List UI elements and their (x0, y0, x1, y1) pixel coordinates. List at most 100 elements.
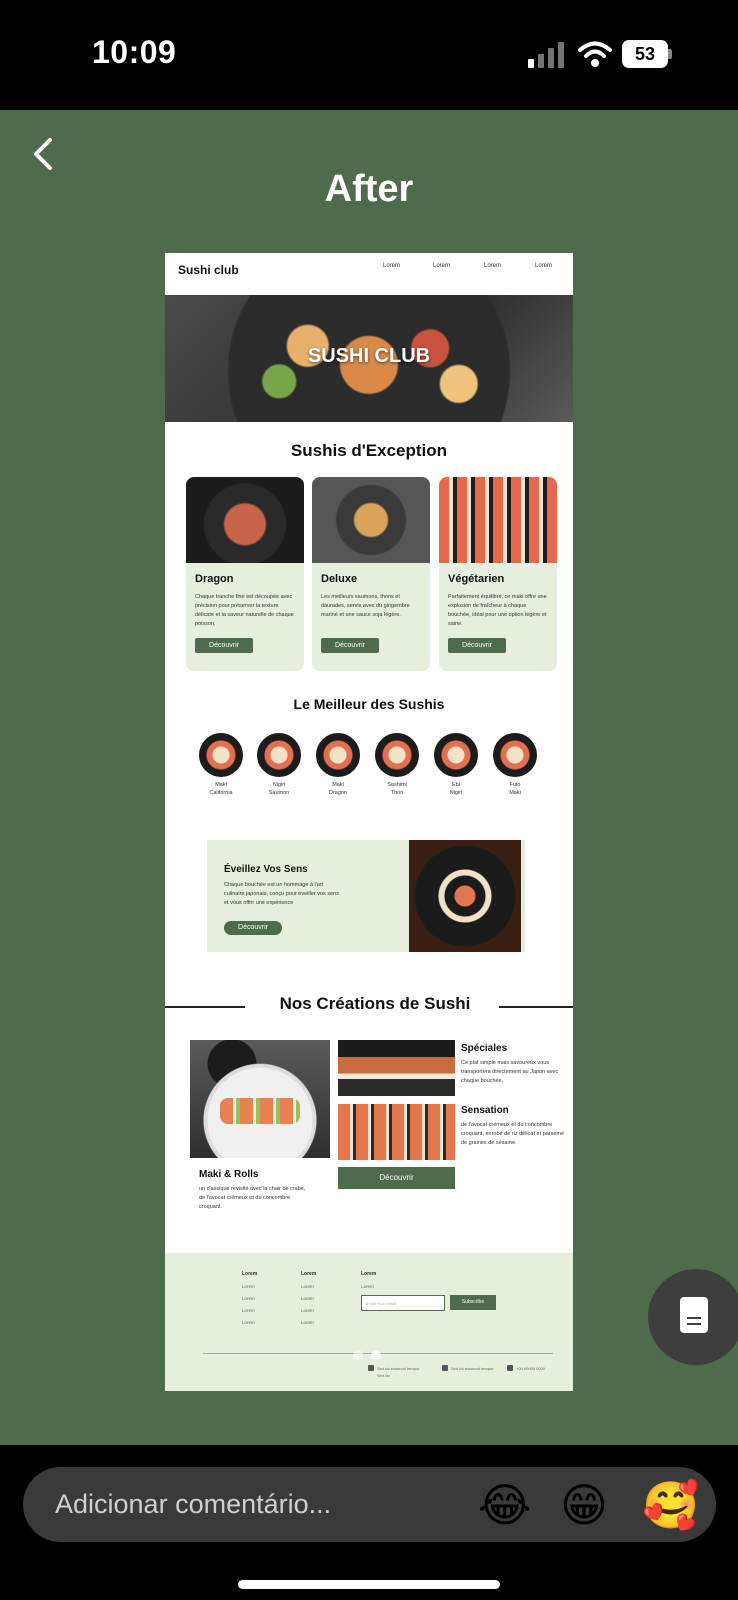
sushi-round-item: Maki Dragon (316, 733, 360, 797)
mail-icon (442, 1365, 448, 1371)
sensation-text: de l'avocat crémeux et du concombre croq… (461, 1122, 565, 1146)
phone-icon (507, 1365, 513, 1371)
sushi-card-button: Découvrir (448, 638, 506, 653)
sushi-card: Végétarien Parfaitement équilibré, ce ma… (439, 477, 557, 671)
sushi-round-image (375, 733, 419, 777)
sushi-card-button: Découvrir (321, 638, 379, 653)
mockup-hero-title: SUSHI CLUB (307, 345, 431, 367)
footer-link: Lorem (242, 1284, 255, 1289)
mockup-nav-link: Lorem (484, 263, 502, 269)
mockup-logo: Sushi club (178, 263, 239, 277)
sensation-title: Sensation (461, 1105, 509, 1116)
sushi-card-image (186, 477, 304, 563)
sushi-card: Deluxe Les meilleurs saumons, thons et d… (312, 477, 430, 671)
battery-icon: 53 (622, 40, 672, 68)
battery-level: 53 (622, 40, 668, 68)
comment-bar: Adicionar comentário... 😂 😁 🥰 (0, 1445, 738, 1600)
story-title: After (324, 168, 414, 210)
sushi-round-image (199, 733, 243, 777)
sushi-card-text: Parfaitement équilibré, ce maki offre un… (448, 594, 547, 627)
footer-column-heading: Lorem (301, 1271, 317, 1277)
section-title: Le Meilleur des Sushis (293, 696, 445, 712)
promo-button: Découvrir (224, 921, 282, 935)
wifi-icon (578, 40, 612, 68)
sushi-card-image (312, 477, 430, 563)
story-view: After Sushi club Lorem Lorem Lorem Lorem… (0, 110, 738, 1445)
promo-title: Éveillez Vos Sens (224, 864, 308, 875)
sushi-card-button: Découvrir (195, 638, 253, 653)
carousel-dot (371, 1350, 381, 1360)
sushi-round-label: Maki (332, 782, 344, 788)
footer-column-heading: Lorem (361, 1271, 377, 1277)
sushi-round-label: Thon (390, 790, 404, 796)
mockup-nav-link: Lorem (383, 263, 401, 269)
sushi-round-label: Dragon (328, 790, 348, 796)
sushi-card: Dragon Chaque tranche fine est découpée … (186, 477, 304, 671)
sushi-card-text: Chaque tranche fine est découpée avec pr… (195, 594, 294, 627)
clock: 10:09 (92, 34, 177, 70)
footer-link: Lorem (301, 1296, 314, 1301)
promo-banner: Éveillez Vos Sens Chaque bouchée est un … (207, 840, 525, 952)
home-indicator[interactable] (238, 1580, 500, 1589)
sushi-round-label: Nigiri (272, 782, 286, 788)
sushi-round-label: Ebi (452, 782, 460, 788)
footer-column-heading: Lorem (242, 1271, 258, 1277)
footer-email-field: Email Your Email (361, 1295, 445, 1311)
section-title: Sushis d'Exception (290, 441, 448, 460)
sushi-round-item: Sashimi Thon (375, 733, 419, 797)
maki-text: un classique revisité avec la chair de c… (199, 1186, 306, 1210)
comment-input[interactable]: Adicionar comentário... (23, 1467, 716, 1542)
sushi-card-title: Végétarien (448, 573, 505, 585)
sushi-round-label: Maki (215, 782, 227, 788)
mockup-nav-link: Lorem (535, 263, 553, 269)
maki-title: Maki & Rolls (199, 1169, 259, 1180)
promo-text: Chaque bouchée est un hommage à l'art cu… (224, 882, 339, 906)
document-icon (680, 1297, 708, 1333)
sushi-round-image (434, 733, 478, 777)
location-icon (368, 1365, 374, 1371)
sushi-round-label: Saumon (268, 790, 290, 796)
sushi-round-image (257, 733, 301, 777)
carousel-dot (353, 1350, 363, 1360)
sushi-round-label: Nigiri (449, 790, 463, 796)
comment-placeholder: Adicionar comentário... (55, 1489, 332, 1519)
sushi-card-title: Deluxe (321, 573, 358, 585)
footer-info: Sed do (377, 1373, 390, 1378)
footer-link: Lorem (361, 1284, 374, 1289)
speciales-text: Ce plat simple mais savoureux vous trans… (461, 1060, 559, 1084)
footer-link: Lorem (242, 1296, 255, 1301)
sushi-round-label: Sashimi (387, 782, 407, 788)
mockup-footer: Lorem Lorem Lorem Lorem Lorem Lorem Lore… (165, 1253, 573, 1391)
footer-info: Sed do eiusmod tempor (377, 1366, 420, 1371)
footer-info: Sed do eiusmod tempor (451, 1366, 494, 1371)
status-bar: 10:09 53 (0, 0, 738, 110)
speciales-image (338, 1040, 455, 1096)
section-title: Nos Créations de Sushi (279, 994, 471, 1013)
sushi-card-title: Dragon (195, 573, 234, 585)
sushi-round-item: Ebi Nigiri (434, 733, 478, 797)
reaction-laughing-emoji[interactable]: 😂 (478, 1479, 532, 1531)
footer-link: Lorem (301, 1308, 314, 1313)
sushi-round-item: Maki California (199, 733, 243, 797)
reaction-hearts-emoji[interactable]: 🥰 (642, 1479, 699, 1531)
mockup-navbar: Sushi club Lorem Lorem Lorem Lorem (165, 253, 573, 295)
footer-link: Lorem (242, 1308, 255, 1313)
sushi-round-label: California (209, 790, 233, 796)
footer-subscribe-button: Subscribe (450, 1295, 496, 1310)
document-button[interactable] (648, 1269, 738, 1365)
footer-info: +00 00000 0000 (516, 1366, 546, 1371)
sushi-round-item: Futo Maki (493, 733, 537, 797)
sushi-card-image (439, 477, 557, 563)
footer-link: Lorem (301, 1284, 314, 1289)
creations-button: Découvrir (338, 1167, 455, 1189)
sushi-card-text: Les meilleurs saumons, thons et daurades… (321, 594, 410, 618)
cellular-signal-icon (528, 40, 568, 68)
mockup-hero-image: SUSHI CLUB (165, 295, 573, 422)
sushi-round-item: Nigiri Saumon (257, 733, 301, 797)
reaction-grinning-emoji[interactable]: 😁 (560, 1479, 608, 1531)
sensation-image (338, 1104, 455, 1160)
speciales-title: Spéciales (461, 1043, 508, 1054)
sushi-round-image (316, 733, 360, 777)
sushi-round-image (493, 733, 537, 777)
maki-rolls-image (190, 1040, 330, 1158)
